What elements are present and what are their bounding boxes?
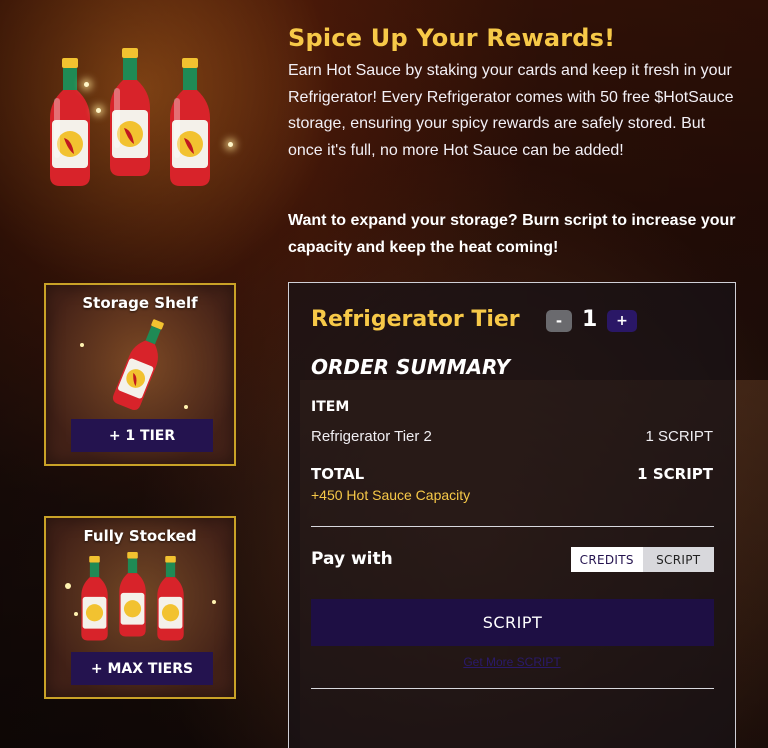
card-title: Fully Stocked	[83, 527, 197, 545]
hot-sauce-bottles-icon	[65, 552, 216, 641]
intro-text: Earn Hot Sauce by staking your cards and…	[288, 62, 734, 159]
payment-toggle: CREDITS SCRIPT	[571, 547, 714, 572]
hot-sauce-bottles-illustration	[50, 48, 210, 186]
pay-script-option[interactable]: SCRIPT	[642, 547, 714, 572]
total-label: TOTAL	[311, 465, 365, 483]
order-summary-title: ORDER SUMMARY	[311, 355, 511, 379]
total-price: 1 SCRIPT	[637, 465, 713, 483]
sparkle	[228, 142, 233, 147]
sparkle	[96, 108, 101, 113]
get-more-script-link[interactable]: Get More SCRIPT	[289, 655, 735, 669]
tier-card-fully-stocked[interactable]: Fully Stocked + MAX TIERS	[44, 516, 236, 699]
hot-sauce-bottle-icon	[80, 319, 188, 410]
pay-with-label: Pay with	[311, 549, 393, 569]
intro-cta-text: Want to expand your storage? Burn script…	[288, 212, 736, 256]
pay-script-button[interactable]: SCRIPT	[311, 599, 714, 646]
add-max-tiers-button[interactable]: + MAX TIERS	[71, 652, 213, 685]
decrease-tier-button[interactable]: -	[546, 310, 572, 332]
pay-credits-option[interactable]: CREDITS	[571, 547, 643, 572]
item-name: Refrigerator Tier 2	[311, 428, 432, 445]
divider	[311, 526, 714, 527]
sparkle	[84, 82, 89, 87]
divider	[311, 688, 714, 689]
item-header: ITEM	[311, 399, 350, 415]
refrigerator-tier-label: Refrigerator Tier	[311, 307, 520, 332]
card-title: Storage Shelf	[82, 294, 198, 312]
order-panel: Refrigerator Tier - 1 + ORDER SUMMARY IT…	[288, 282, 736, 748]
page-title: Spice Up Your Rewards!	[288, 24, 616, 52]
increase-tier-button[interactable]: +	[607, 310, 637, 332]
capacity-note: +450 Hot Sauce Capacity	[311, 487, 471, 503]
add-one-tier-button[interactable]: + 1 TIER	[71, 419, 213, 452]
tier-card-storage-shelf[interactable]: Storage Shelf + 1 TIER	[44, 283, 236, 466]
tier-quantity: 1	[582, 307, 598, 332]
item-price: 1 SCRIPT	[645, 428, 713, 445]
